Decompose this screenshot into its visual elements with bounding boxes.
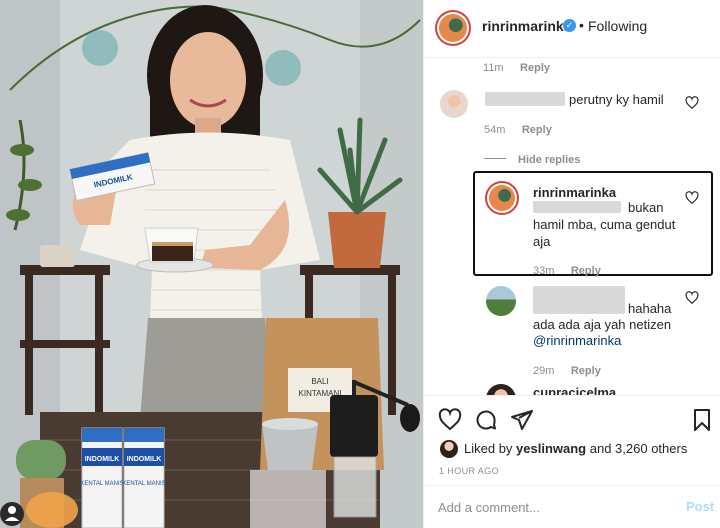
- comment-text: perutny ky hamil: [569, 92, 664, 107]
- comment-time: 54m: [484, 124, 506, 136]
- comment-meta-partial: 11m Reply: [483, 58, 550, 76]
- comment-time: 33m: [533, 265, 555, 277]
- like-heart-icon[interactable]: [438, 408, 462, 432]
- photo-scene: INDOMILK BALI KINTAMANI INDOMILK INDOMIL…: [0, 0, 423, 528]
- comment-bubble-icon[interactable]: [474, 408, 498, 432]
- post-actions: Liked by yeslinwang and 3,260 others 1 H…: [424, 395, 720, 485]
- gray-skirt: [140, 318, 275, 420]
- header-separator: •: [579, 17, 584, 33]
- like-comment-heart-icon[interactable]: [685, 291, 699, 305]
- svg-text:KENTAL MANIS: KENTAL MANIS: [122, 481, 165, 487]
- post-header: rinrinmarinka ✓ • Following: [424, 0, 720, 58]
- candle: [26, 492, 78, 528]
- likes-prefix: Liked by: [464, 441, 513, 456]
- author-reply-avatar[interactable]: [485, 181, 519, 215]
- verified-badge-icon: ✓: [563, 19, 576, 32]
- mention-link[interactable]: @rinrinmarinka: [533, 333, 621, 348]
- post-comment-button[interactable]: Post: [686, 499, 714, 514]
- hide-replies-toggle[interactable]: Hide replies: [484, 150, 580, 168]
- reply-text-line1: hahaha: [628, 301, 672, 316]
- redacted-username: [533, 286, 625, 314]
- reply-button[interactable]: Reply: [522, 124, 552, 136]
- reply-text-line2: ada ada aja yah netizen: [533, 317, 672, 332]
- reply-username[interactable]: cupracicelma: [533, 385, 616, 395]
- add-comment-bar: Post: [424, 485, 720, 528]
- post-timestamp: 1 HOUR AGO: [439, 466, 500, 476]
- reply-button[interactable]: Reply: [520, 62, 550, 74]
- comment-time: 29m: [533, 365, 555, 377]
- like-comment-heart-icon[interactable]: [685, 191, 699, 205]
- post-side-panel: rinrinmarinka ✓ • Following 11m Reply pe…: [423, 0, 720, 528]
- svg-text:BALI: BALI: [311, 377, 328, 386]
- save-bookmark-icon[interactable]: [690, 408, 714, 432]
- liked-by-avatar[interactable]: [440, 440, 458, 458]
- reply-text-line1: bukan: [628, 200, 664, 215]
- likes-summary[interactable]: Liked by yeslinwang and 3,260 others: [464, 441, 687, 456]
- author-avatar[interactable]: [435, 10, 471, 46]
- commenter-avatar[interactable]: [486, 384, 516, 395]
- hanging-ornament: [82, 30, 118, 66]
- redacted-mention: [533, 201, 621, 213]
- likes-rest: and 3,260 others: [589, 441, 688, 456]
- reply-button[interactable]: Reply: [571, 265, 601, 277]
- svg-text:KENTAL MANIS: KENTAL MANIS: [80, 481, 123, 487]
- reply-text-line3: aja: [533, 234, 551, 249]
- share-paper-plane-icon[interactable]: [510, 408, 534, 432]
- reply-username[interactable]: rinrinmarinka: [533, 185, 616, 200]
- hanging-ornament: [265, 50, 301, 86]
- reply-button[interactable]: Reply: [571, 365, 601, 377]
- commenter-avatar[interactable]: [486, 286, 516, 316]
- like-comment-heart-icon[interactable]: [685, 96, 699, 110]
- reply-text-line2: hamil mba, cuma gendut: [533, 217, 676, 232]
- woman-face: [170, 32, 246, 128]
- commenter-avatar[interactable]: [440, 90, 468, 118]
- svg-text:INDOMILK: INDOMILK: [85, 456, 120, 463]
- svg-text:INDOMILK: INDOMILK: [127, 456, 162, 463]
- redacted-username: [485, 92, 565, 106]
- comment-time: 11m: [483, 62, 504, 74]
- following-button[interactable]: Following: [588, 18, 647, 34]
- liked-by-username[interactable]: yeslinwang: [516, 441, 586, 456]
- post-photo[interactable]: INDOMILK BALI KINTAMANI INDOMILK INDOMIL…: [0, 0, 423, 528]
- comments-list[interactable]: 11m Reply perutny ky hamil 54m Reply Hid…: [424, 58, 720, 395]
- author-username[interactable]: rinrinmarinka: [482, 18, 571, 34]
- add-comment-input[interactable]: [438, 498, 668, 516]
